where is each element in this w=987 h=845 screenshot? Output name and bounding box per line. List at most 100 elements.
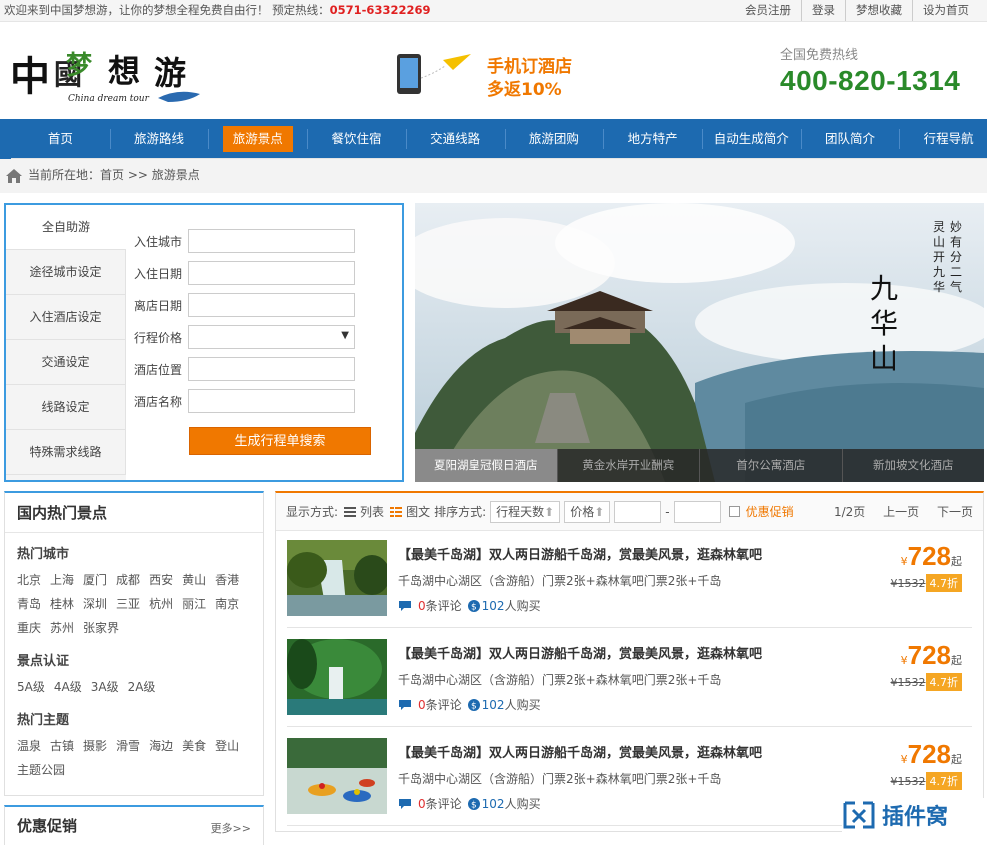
city-tag[interactable]: 深圳 [83,592,107,616]
checkin-date-input[interactable] [188,261,355,285]
price-select[interactable]: ▼ [188,325,355,349]
hotel-name-input[interactable] [188,389,355,413]
item-thumbnail[interactable] [287,639,387,715]
city-tag[interactable]: 杭州 [149,592,173,616]
comment-label[interactable]: 条评论 [426,795,462,812]
theme-tag[interactable]: 美食 [182,734,206,758]
field-row: 酒店名称 [134,385,355,417]
item-thumbnail[interactable] [287,738,387,814]
theme-tag[interactable]: 摄影 [83,734,107,758]
price-max-input[interactable] [673,500,721,523]
hotline-block: 全国免费热线 400-820-1314 [780,44,985,97]
login-link[interactable]: 登录 [801,0,845,21]
sort-price-button[interactable]: 价格⬆ [564,500,611,523]
banner-caption-3[interactable]: 首尔公寓酒店 [699,449,842,482]
theme-tag[interactable]: 古镇 [50,734,74,758]
banner-caption-4[interactable]: 新加坡文化酒店 [841,449,984,482]
promotions-more-link[interactable]: 更多>> [211,820,251,836]
comment-count[interactable]: 0 [418,797,426,811]
price-min-input[interactable] [614,500,662,523]
buyer-label: 人购买 [504,797,541,811]
next-page-link[interactable]: 下一页 [937,505,973,519]
breadcrumb-home-link[interactable]: 首页 [100,168,124,182]
nav-item-group-buy[interactable]: 旅游团购 [504,119,604,159]
nav-item-auto-summary[interactable]: 自动生成简介 [701,119,801,159]
list-item[interactable]: 【最美千岛湖】双人两日游船千岛湖，赏最美风景，逛森林氧吧 千岛湖中心湖区（含游船）… [287,531,972,628]
thumb-image [287,540,387,616]
promo-filter-label[interactable]: 优惠促销 [746,503,794,520]
register-link[interactable]: 会员注册 [735,0,801,21]
theme-tag[interactable]: 温泉 [17,734,41,758]
prev-page-link[interactable]: 上一页 [883,505,919,519]
city-tag[interactable]: 张家界 [83,616,119,640]
checkin-city-input[interactable] [188,229,355,253]
city-tag[interactable]: 苏州 [50,616,74,640]
banner-caption-1[interactable]: 夏阳湖皇冠假日酒店 [415,449,557,482]
nav-item-specialties[interactable]: 地方特产 [603,119,702,159]
hotel-location-input[interactable] [188,357,355,381]
city-tag[interactable]: 厦门 [83,568,107,592]
list-item[interactable]: 【最美千岛湖】双人两日游船千岛湖，赏最美风景，逛森林氧吧 千岛湖中心湖区（含游船）… [287,630,972,727]
city-tag[interactable]: 香港 [215,568,239,592]
nav-item-home[interactable]: 首页 [11,119,110,159]
item-thumbnail[interactable] [287,540,387,616]
banner-slider[interactable]: 九 华 山 妙有分二气 灵山开九华 夏阳湖皇冠假日酒店 黄金水岸开业酬宾 首尔公… [415,203,984,482]
list-view-icon[interactable] [344,506,357,517]
city-tag[interactable]: 黄山 [182,568,206,592]
cert-tag[interactable]: 2A级 [128,675,156,699]
cert-tag[interactable]: 3A级 [91,675,119,699]
theme-tag[interactable]: 主题公园 [17,758,65,782]
tab-self-guided[interactable]: 全自助游 [6,205,126,250]
nav-item-team[interactable]: 团队简介 [800,119,900,159]
item-title[interactable]: 【最美千岛湖】双人两日游船千岛湖，赏最美风景，逛森林氧吧 [398,742,762,761]
item-meta: 0 条评论 $102 人购买 [398,795,541,812]
city-tag[interactable]: 青岛 [17,592,41,616]
tab-special-needs[interactable]: 特殊需求线路 [6,430,126,475]
city-tag[interactable]: 南京 [215,592,239,616]
grid-view-button[interactable]: 图文 [406,503,430,520]
nav-item-dining[interactable]: 餐饮住宿 [307,119,406,159]
jiuhua-mountain-image: 九 华 山 妙有分二气 灵山开九华 [415,203,984,482]
city-tag[interactable]: 丽江 [182,592,206,616]
theme-tag[interactable]: 海边 [149,734,173,758]
promo-line-2: 多返10% [487,80,562,100]
banner-caption-2[interactable]: 黄金水岸开业酬宾 [556,449,699,482]
grid-view-icon[interactable] [390,506,403,517]
tab-route[interactable]: 线路设定 [6,385,126,430]
item-title[interactable]: 【最美千岛湖】双人两日游船千岛湖，赏最美风景，逛森林氧吧 [398,544,762,563]
nav-item-transport[interactable]: 交通线路 [405,119,505,159]
comment-label[interactable]: 条评论 [426,597,462,614]
city-tag[interactable]: 北京 [17,568,41,592]
theme-tag[interactable]: 滑雪 [116,734,140,758]
checkout-date-input[interactable] [188,293,355,317]
nav-item-attractions[interactable]: 旅游景点 [208,119,308,159]
sort-days-button[interactable]: 行程天数⬆ [490,500,561,523]
comment-icon [399,798,411,809]
cert-tag[interactable]: 5A级 [17,675,45,699]
theme-tag[interactable]: 登山 [215,734,239,758]
generate-search-button[interactable]: 生成行程单搜索 [189,427,371,455]
city-tag[interactable]: 三亚 [116,592,140,616]
promo-checkbox[interactable] [728,506,740,517]
city-tag[interactable]: 上海 [50,568,74,592]
comment-count[interactable]: 0 [418,698,426,712]
set-homepage-link[interactable]: 设为首页 [912,0,979,21]
item-title[interactable]: 【最美千岛湖】双人两日游船千岛湖，赏最美风景，逛森林氧吧 [398,643,762,662]
comment-label[interactable]: 条评论 [426,696,462,713]
cert-tag[interactable]: 4A级 [54,675,82,699]
tab-transport[interactable]: 交通设定 [6,340,126,385]
tab-via-cities[interactable]: 途径城市设定 [6,250,126,295]
tab-hotel[interactable]: 入住酒店设定 [6,295,126,340]
city-tag[interactable]: 桂林 [50,592,74,616]
city-tag[interactable]: 重庆 [17,616,41,640]
nav-item-routes[interactable]: 旅游路线 [109,119,209,159]
chevron-down-icon: ▼ [341,330,349,341]
mobile-promo[interactable]: 手机订酒店 多返10% [385,48,595,100]
nav-item-itinerary[interactable]: 行程导航 [899,119,987,159]
city-tag[interactable]: 西安 [149,568,173,592]
favorites-link[interactable]: 梦想收藏 [845,0,912,21]
city-tag[interactable]: 成都 [116,568,140,592]
comment-count[interactable]: 0 [418,599,426,613]
site-logo[interactable]: 中 國 梦 想 游 China dream tour [8,44,208,106]
list-view-button[interactable]: 列表 [360,503,384,520]
